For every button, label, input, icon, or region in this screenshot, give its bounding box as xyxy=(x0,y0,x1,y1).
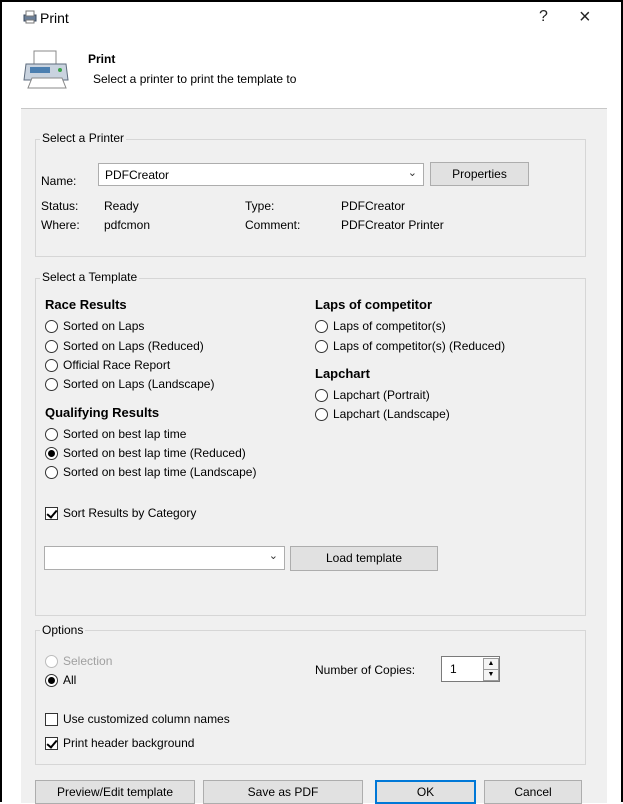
qualifying-results-heading: Qualifying Results xyxy=(45,405,160,420)
save-as-pdf-label: Save as PDF xyxy=(247,785,319,799)
radio-sorted-best-lap[interactable] xyxy=(45,428,58,441)
type-label: Type: xyxy=(245,199,275,213)
template-group-title: Select a Template xyxy=(40,270,140,284)
lapchart-heading: Lapchart xyxy=(315,366,370,381)
laps-of-competitor-heading: Laps of competitor xyxy=(315,297,433,312)
copies-label: Number of Copies: xyxy=(315,663,416,677)
radio-sorted-best-lap-landscape[interactable] xyxy=(45,466,58,479)
copies-spinner[interactable]: 1 ▲ ▼ xyxy=(441,656,500,682)
template-select[interactable]: ⌄ xyxy=(44,546,285,570)
status-label: Status: xyxy=(41,199,79,213)
label-lapchart-landscape: Lapchart (Landscape) xyxy=(333,407,450,421)
sort-by-category-label: Sort Results by Category xyxy=(63,506,197,520)
window-title: Print xyxy=(40,10,69,26)
type-value: PDFCreator xyxy=(341,199,406,213)
comment-value: PDFCreator Printer xyxy=(341,218,444,232)
comment-label: Comment: xyxy=(245,218,301,232)
header-background-checkbox[interactable] xyxy=(45,737,58,750)
radio-sorted-best-lap-reduced[interactable] xyxy=(45,447,58,460)
window-border-top xyxy=(0,0,623,2)
radio-lapchart-landscape[interactable] xyxy=(315,408,328,421)
printer-group-title: Select a Printer xyxy=(40,131,127,145)
radio-sorted-on-laps[interactable] xyxy=(45,320,58,333)
printer-name-value: PDFCreator xyxy=(105,168,170,182)
radio-sorted-on-laps-reduced[interactable] xyxy=(45,340,58,353)
printer-name-select[interactable]: PDFCreator ⌄ xyxy=(98,163,424,186)
cancel-label: Cancel xyxy=(514,785,552,799)
where-label: Where: xyxy=(41,218,80,232)
load-template-label: Load template xyxy=(325,551,403,565)
close-button[interactable]: × xyxy=(579,6,591,29)
printer-app-icon xyxy=(22,9,38,28)
load-template-button[interactable]: Load template xyxy=(290,546,438,571)
label-official-race-report: Official Race Report xyxy=(63,358,171,372)
save-as-pdf-button[interactable]: Save as PDF xyxy=(203,780,363,804)
radio-sorted-on-laps-landscape[interactable] xyxy=(45,378,58,391)
spin-down-icon[interactable]: ▼ xyxy=(483,669,499,681)
printer-large-icon xyxy=(22,48,72,93)
help-button[interactable]: ? xyxy=(539,8,548,26)
all-label: All xyxy=(63,673,77,687)
header-title: Print xyxy=(88,52,116,66)
sort-by-category-checkbox[interactable] xyxy=(45,507,58,520)
radio-laps-of-competitor-reduced[interactable] xyxy=(315,340,328,353)
radio-official-race-report[interactable] xyxy=(45,359,58,372)
label-sorted-on-laps-reduced: Sorted on Laps (Reduced) xyxy=(63,339,204,353)
cancel-button[interactable]: Cancel xyxy=(484,780,582,804)
preview-edit-template-button[interactable]: Preview/Edit template xyxy=(35,780,195,804)
selection-label: Selection xyxy=(63,654,113,668)
label-sorted-best-lap: Sorted on best lap time xyxy=(63,427,187,441)
chevron-down-icon: ⌄ xyxy=(268,550,278,562)
where-value: pdfcmon xyxy=(104,218,151,232)
label-sorted-best-lap-reduced: Sorted on best lap time (Reduced) xyxy=(63,446,246,460)
properties-button-label: Properties xyxy=(452,167,507,181)
radio-laps-of-competitor[interactable] xyxy=(315,320,328,333)
preview-edit-template-label: Preview/Edit template xyxy=(56,785,174,799)
label-laps-of-competitor-reduced: Laps of competitor(s) (Reduced) xyxy=(333,339,506,353)
radio-all[interactable] xyxy=(45,674,58,687)
printer-name-label: Name: xyxy=(41,174,77,188)
custom-columns-label: Use customized column names xyxy=(63,712,230,726)
radio-selection[interactable] xyxy=(45,655,58,668)
window-border-left xyxy=(0,0,2,802)
label-sorted-on-laps: Sorted on Laps xyxy=(63,319,145,333)
race-results-heading: Race Results xyxy=(45,297,127,312)
printer-group xyxy=(35,139,586,257)
label-sorted-best-lap-landscape: Sorted on best lap time (Landscape) xyxy=(63,465,257,479)
properties-button[interactable]: Properties xyxy=(430,162,529,186)
radio-lapchart-portrait[interactable] xyxy=(315,389,328,402)
options-group-title: Options xyxy=(40,623,86,637)
label-laps-of-competitor: Laps of competitor(s) xyxy=(333,319,446,333)
label-sorted-on-laps-landscape: Sorted on Laps (Landscape) xyxy=(63,377,215,391)
status-value: Ready xyxy=(104,199,139,213)
header-background-label: Print header background xyxy=(63,736,195,750)
ok-button[interactable]: OK xyxy=(375,780,476,804)
label-lapchart-portrait: Lapchart (Portrait) xyxy=(333,388,430,402)
ok-label: OK xyxy=(416,785,435,799)
chevron-down-icon: ⌄ xyxy=(407,167,417,179)
custom-columns-checkbox[interactable] xyxy=(45,713,58,726)
copies-value: 1 xyxy=(450,662,457,676)
header-subtitle: Select a printer to print the template t… xyxy=(93,72,297,86)
